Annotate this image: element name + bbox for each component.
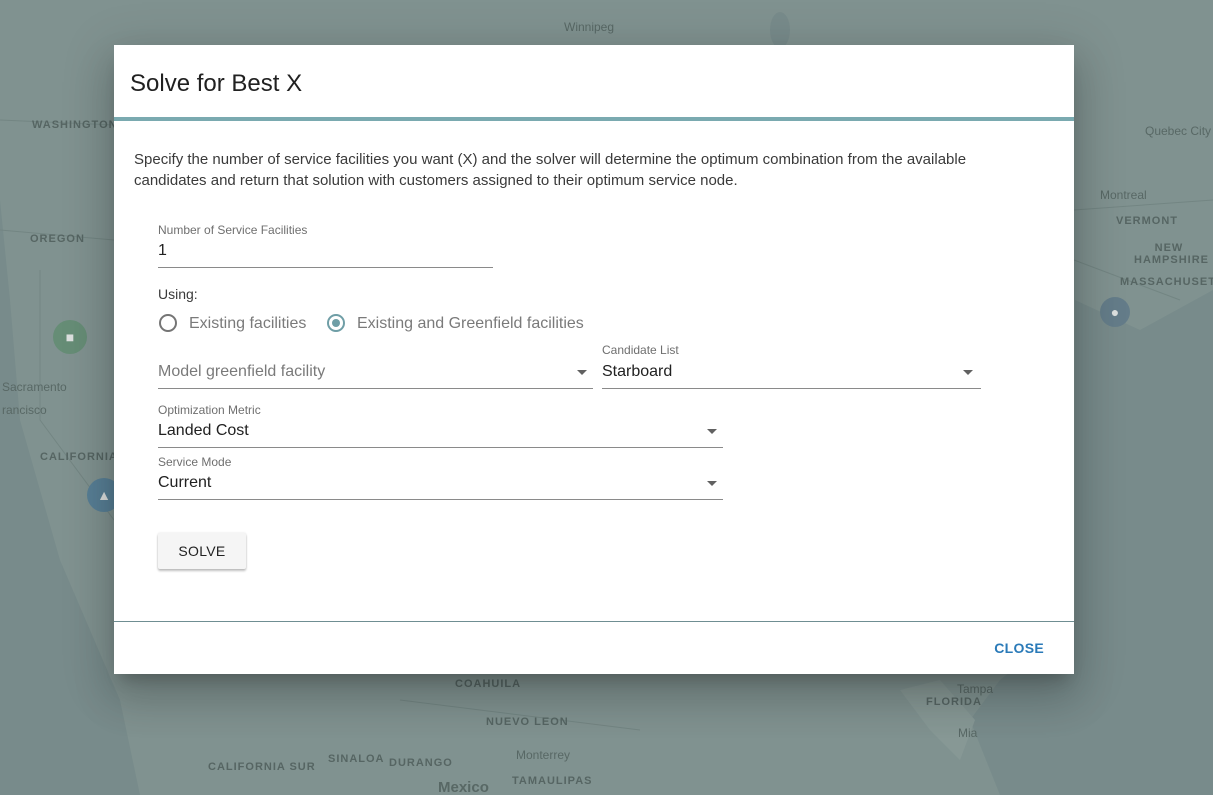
radio-existing-greenfield-label[interactable]: Existing and Greenfield facilities	[357, 315, 584, 333]
optimization-metric-label: Optimization Metric	[158, 403, 261, 417]
num-facilities-label: Number of Service Facilities	[158, 223, 308, 237]
dialog-description: Specify the number of service facilities…	[134, 151, 967, 189]
chevron-down-icon	[707, 429, 717, 434]
model-greenfield-placeholder: Model greenfield facility	[158, 363, 326, 380]
optimization-metric-select[interactable]: Optimization Metric Landed Cost	[158, 403, 723, 448]
radio-existing-greenfield-facilities[interactable]	[327, 314, 345, 332]
using-label: Using:	[158, 286, 198, 302]
num-facilities-input[interactable]: 1	[158, 242, 167, 260]
radio-existing-facilities[interactable]	[159, 314, 177, 332]
radio-existing-facilities-label[interactable]: Existing facilities	[189, 315, 306, 333]
solve-best-x-dialog: Solve for Best X Specify the number of s…	[114, 45, 1074, 674]
candidate-list-label: Candidate List	[602, 343, 679, 357]
solve-button[interactable]: SOLVE	[158, 533, 246, 569]
service-mode-label: Service Mode	[158, 455, 232, 469]
candidate-list-value: Starboard	[602, 363, 673, 380]
chevron-down-icon	[577, 370, 587, 375]
close-button[interactable]: CLOSE	[982, 636, 1056, 660]
dialog-footer: CLOSE	[114, 621, 1074, 675]
candidate-list-select[interactable]: Candidate List Starboard	[602, 343, 981, 389]
dialog-title: Solve for Best X	[130, 70, 303, 97]
dialog-header: Solve for Best X	[114, 45, 1074, 121]
model-greenfield-select[interactable]: Model greenfield facility	[158, 343, 593, 389]
service-mode-select[interactable]: Service Mode Current	[158, 455, 723, 500]
chevron-down-icon	[707, 481, 717, 486]
num-facilities-field[interactable]: Number of Service Facilities 1	[158, 223, 493, 268]
optimization-metric-value: Landed Cost	[158, 422, 249, 439]
chevron-down-icon	[963, 370, 973, 375]
service-mode-value: Current	[158, 474, 212, 491]
